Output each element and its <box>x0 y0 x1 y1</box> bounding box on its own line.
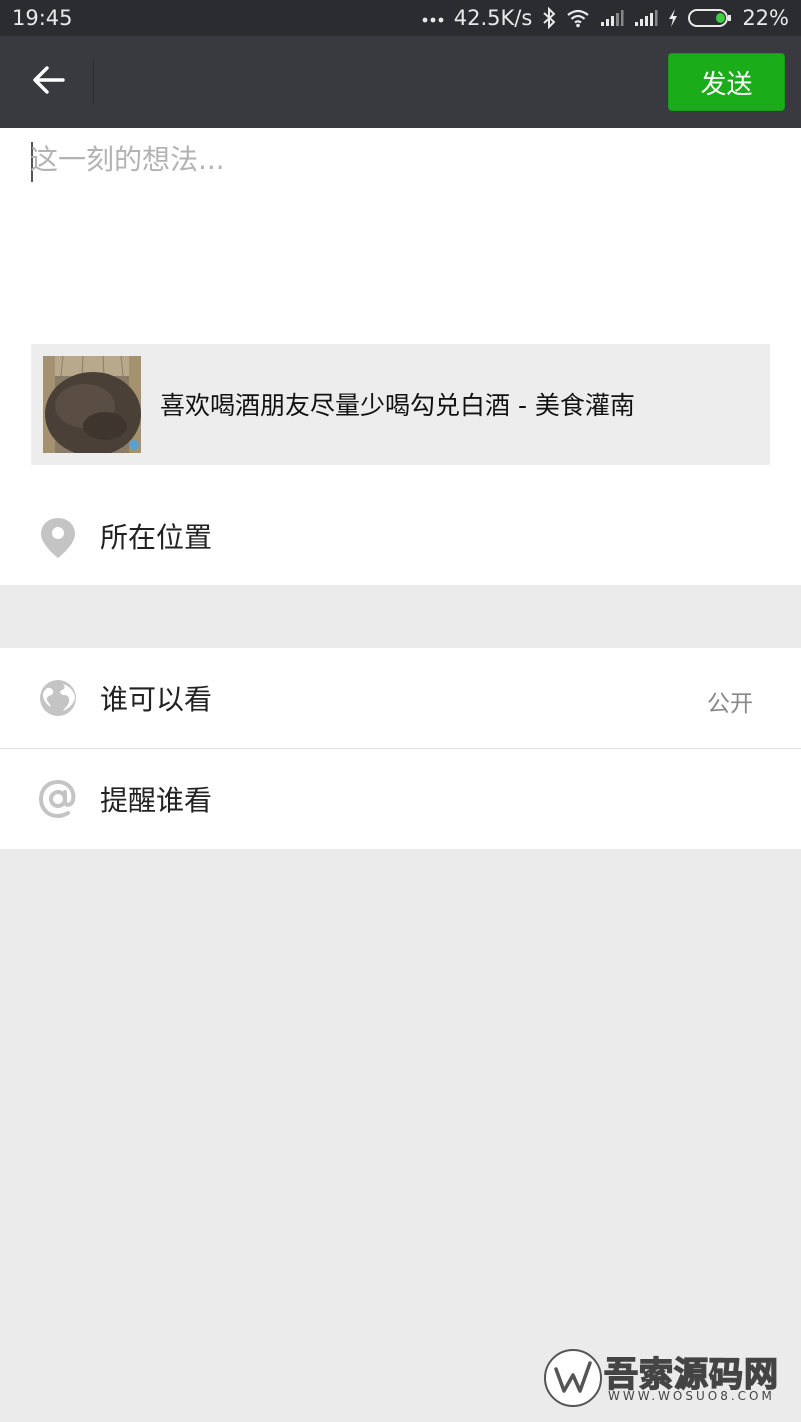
visibility-row[interactable]: 谁可以看 公开 <box>0 648 801 748</box>
shared-link-title: 喜欢喝酒朋友尽量少喝勾兑白酒 - 美食灌南 <box>160 391 635 420</box>
status-right: 42.5K/s 22% <box>422 6 789 30</box>
network-speed: 42.5K/s <box>453 6 533 30</box>
battery-icon <box>688 8 732 28</box>
at-sign-icon <box>38 779 78 819</box>
visibility-label: 谁可以看 <box>100 683 213 716</box>
compose-area: 喜欢喝酒朋友尽量少喝勾兑白酒 - 美食灌南 所在位置 <box>0 128 801 585</box>
watermark-logo: 吾索源码网 WWW.WOSUO8.COM <box>540 1345 790 1415</box>
location-row[interactable]: 所在位置 <box>0 486 801 585</box>
location-label: 所在位置 <box>100 521 213 554</box>
remind-row[interactable]: 提醒谁看 <box>0 749 801 849</box>
top-bar-divider <box>93 60 94 104</box>
status-time: 19:45 <box>12 6 73 30</box>
globe-icon <box>38 678 78 718</box>
thought-input[interactable] <box>30 138 770 318</box>
bluetooth-icon <box>542 7 556 29</box>
wooden-vat-image <box>43 356 141 453</box>
wifi-icon <box>566 8 590 28</box>
more-dots-icon <box>422 13 444 23</box>
charging-icon <box>668 8 678 28</box>
back-button[interactable] <box>20 58 76 106</box>
location-pin-icon <box>38 516 78 558</box>
battery-level: 22% <box>742 6 789 30</box>
shared-link-card[interactable]: 喜欢喝酒朋友尽量少喝勾兑白酒 - 美食灌南 <box>31 344 770 465</box>
arrow-left-icon <box>31 65 65 99</box>
send-button[interactable]: 发送 <box>668 53 785 111</box>
watermark-emblem <box>544 1349 602 1407</box>
remind-label: 提醒谁看 <box>100 784 213 817</box>
signal-icon <box>600 9 624 27</box>
visibility-value: 公开 <box>707 691 753 717</box>
watermark-url: WWW.WOSUO8.COM <box>608 1389 775 1403</box>
status-bar: 19:45 42.5K/s 22% <box>0 0 801 36</box>
top-bar: 发送 <box>0 36 801 128</box>
signal-icon <box>634 9 658 27</box>
